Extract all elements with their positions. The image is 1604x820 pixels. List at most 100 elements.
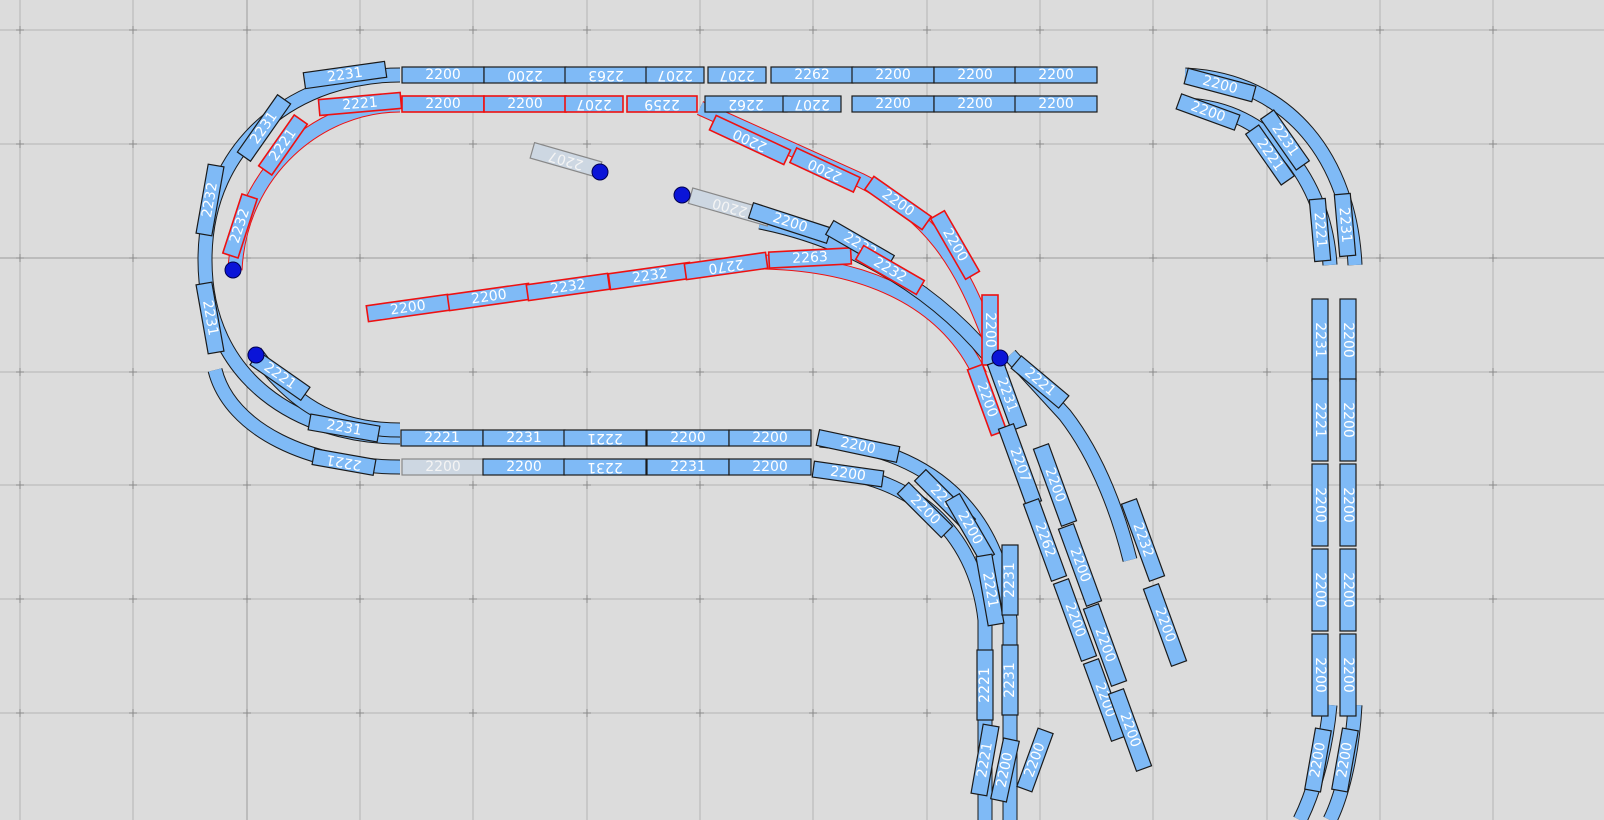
track-piece[interactable]: 2231 [563, 458, 647, 476]
track-piece[interactable]: 2200 [933, 95, 1017, 113]
track-endpoint[interactable] [991, 349, 1009, 367]
track-piece-label: 2200 [879, 186, 917, 220]
track-piece-label: 2200 [829, 464, 867, 485]
track-piece[interactable]: 2200 [646, 429, 730, 447]
track-piece[interactable]: 2200 [1311, 463, 1329, 547]
track-piece-label: 2200 [507, 96, 543, 112]
track-piece-label: 2200 [839, 434, 877, 457]
track-piece-label: 2221 [974, 741, 996, 779]
track-piece[interactable]: 2263 [564, 66, 648, 84]
track-piece[interactable]: 2200 [1014, 66, 1098, 84]
track-piece[interactable]: 2200 [728, 429, 812, 447]
track-piece[interactable]: 2262 [704, 95, 788, 113]
track-piece[interactable]: 2200 [401, 458, 485, 476]
track-piece[interactable]: 2207 [782, 95, 842, 113]
track-piece[interactable]: 2207 [645, 66, 705, 84]
track-piece[interactable]: 2207 [997, 422, 1043, 508]
track-piece[interactable]: 2200 [851, 66, 935, 84]
track-piece-label: 2259 [644, 96, 680, 112]
track-piece[interactable]: 2232 [607, 261, 693, 291]
track-piece[interactable]: 2200 [728, 458, 812, 476]
track-piece[interactable]: 2262 [770, 66, 854, 84]
track-piece[interactable]: 2200 [933, 66, 1017, 84]
track-piece[interactable]: 2207 [529, 141, 603, 179]
track-piece[interactable]: 2200 [1339, 463, 1357, 547]
track-piece[interactable]: 2207 [564, 95, 624, 113]
track-piece[interactable]: 2200 [1339, 378, 1357, 462]
track-piece[interactable]: 2200 [483, 95, 567, 113]
track-piece-label: 2270 [707, 256, 745, 277]
track-piece[interactable]: 2231 [1311, 298, 1329, 382]
track-piece-label: 2200 [1340, 487, 1356, 523]
track-piece-label: 2200 [982, 312, 998, 348]
track-piece-label: 2200 [875, 96, 911, 112]
track-piece[interactable]: 2221 [563, 429, 647, 447]
track-piece[interactable]: 2200 [1311, 633, 1329, 717]
track-piece-label: 2262 [728, 96, 764, 112]
track-piece[interactable]: 2200 [401, 95, 485, 113]
track-piece-label: 2263 [588, 67, 624, 83]
track-piece[interactable]: 2200 [851, 95, 935, 113]
track-piece[interactable]: 2200 [482, 458, 566, 476]
track-piece[interactable]: 2200 [815, 428, 901, 464]
track-piece-label: 2200 [1340, 657, 1356, 693]
track-piece[interactable]: 2200 [1339, 633, 1357, 717]
track-piece[interactable]: 2200 [1014, 95, 1098, 113]
track-piece-label: 2200 [1038, 67, 1074, 83]
track-piece-label: 2231 [1312, 322, 1328, 358]
track-piece[interactable]: 2231 [482, 429, 566, 447]
track-piece-label: 2263 [792, 249, 828, 267]
track-piece[interactable]: 2200 [483, 66, 567, 84]
track-piece-label: 2262 [794, 67, 830, 83]
track-piece[interactable]: 2231 [1001, 644, 1019, 716]
track-piece[interactable]: 2200 [1339, 548, 1357, 632]
track-piece[interactable]: 2200 [446, 282, 532, 312]
track-piece-label: 2200 [1312, 657, 1328, 693]
track-piece[interactable]: 2200 [401, 66, 485, 84]
track-piece[interactable]: 2221 [311, 448, 377, 476]
track-endpoint[interactable] [224, 261, 242, 279]
track-piece[interactable]: 2231 [646, 458, 730, 476]
track-piece-label: 2200 [1061, 601, 1088, 640]
track-piece[interactable]: 2263 [767, 247, 853, 269]
track-piece[interactable]: 2231 [1001, 544, 1019, 616]
track-piece-label: 2232 [549, 277, 587, 298]
track-piece-label: 2207 [794, 96, 830, 112]
track-piece[interactable]: 2200 [1175, 93, 1241, 131]
layout-canvas[interactable]: 2231 2200 2200 2263 2207 2207 2262 2200 2200 2200… [0, 0, 1604, 820]
track-piece[interactable]: 2221 [976, 649, 994, 721]
track-piece[interactable]: 2232 [525, 272, 611, 302]
curved-track-group [197, 67, 1363, 820]
track-endpoint[interactable] [591, 163, 609, 181]
track-piece[interactable]: 2200 [1142, 582, 1188, 668]
track-piece[interactable]: 2207 [707, 66, 767, 84]
track-piece[interactable]: 2232 [221, 193, 259, 259]
track-piece-label: 2221 [342, 94, 379, 113]
track-piece-label: 2231 [670, 459, 706, 475]
track-piece-label: 2200 [389, 298, 427, 319]
track-piece[interactable]: 2200 [365, 293, 451, 323]
track-endpoint[interactable] [247, 346, 265, 364]
track-endpoint[interactable] [673, 186, 691, 204]
track-piece-label: 2200 [506, 459, 542, 475]
track-piece[interactable]: 2200 [1016, 727, 1054, 793]
track-piece[interactable]: 2221 [1308, 197, 1332, 263]
track-piece[interactable]: 2259 [626, 95, 698, 113]
track-piece[interactable]: 2221 [400, 429, 484, 447]
track-piece-label: 2231 [199, 299, 221, 337]
track-piece[interactable]: 2270 [683, 251, 769, 281]
track-piece-label: 2200 [470, 287, 508, 308]
track-piece[interactable]: 2200 [1339, 298, 1357, 382]
track-piece-label: 2207 [657, 67, 693, 83]
track-piece-label: 2200 [1312, 487, 1328, 523]
track-piece-label: 2200 [425, 96, 461, 112]
track-piece-label: 2231 [506, 430, 542, 446]
track-piece-label: 2221 [587, 430, 623, 446]
track-piece-label: 2200 [425, 67, 461, 83]
track-piece[interactable]: 2221 [1311, 378, 1329, 462]
track-piece-label: 2200 [1312, 572, 1328, 608]
track-piece[interactable]: 2200 [811, 460, 885, 488]
track-piece[interactable]: 2200 [863, 175, 933, 231]
track-piece[interactable]: 2200 [1311, 548, 1329, 632]
track-piece-label: 2200 [425, 459, 461, 475]
